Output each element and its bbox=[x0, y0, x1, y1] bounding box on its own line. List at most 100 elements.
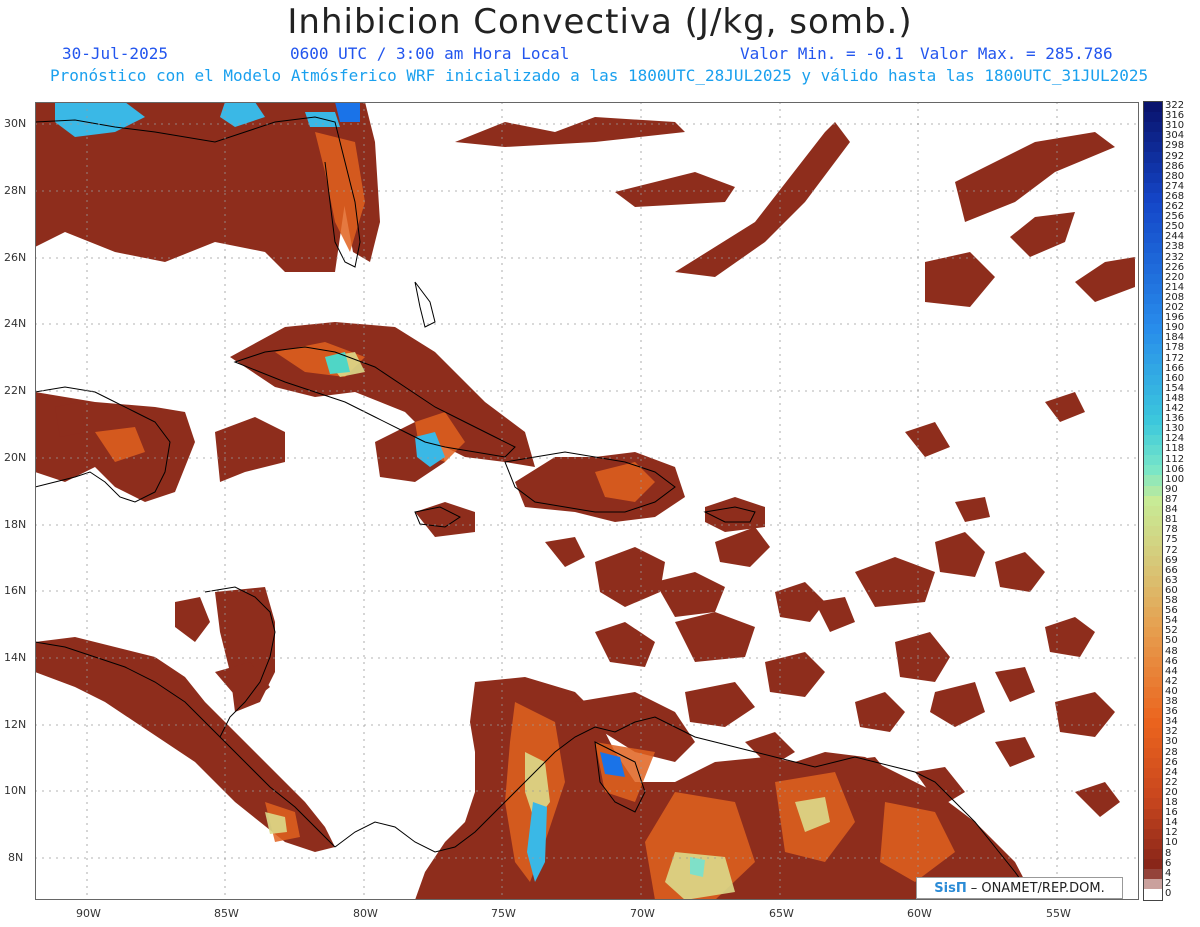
legend-color-cell bbox=[1144, 404, 1162, 415]
legend-color-cell bbox=[1144, 283, 1162, 294]
legend-color-cell bbox=[1144, 435, 1162, 446]
legend-color-cell bbox=[1144, 172, 1162, 183]
legend-color-cell bbox=[1144, 192, 1162, 203]
legend-color-cell bbox=[1144, 798, 1162, 809]
cin-map bbox=[35, 102, 1139, 900]
color-legend-bar bbox=[1143, 101, 1163, 901]
legend-color-cell bbox=[1144, 394, 1162, 405]
legend-value-label: 30 bbox=[1165, 736, 1178, 748]
lon-label-65w: 65W bbox=[769, 907, 794, 920]
legend-color-cell bbox=[1144, 768, 1162, 779]
legend-color-cell bbox=[1144, 677, 1162, 688]
lon-label-55w: 55W bbox=[1046, 907, 1071, 920]
lon-label-70w: 70W bbox=[630, 907, 655, 920]
lon-label-90w: 90W bbox=[76, 907, 101, 920]
legend-color-cell bbox=[1144, 717, 1162, 728]
lon-label-85w: 85W bbox=[214, 907, 239, 920]
lat-label-28n: 28N bbox=[4, 184, 27, 197]
legend-color-cell bbox=[1144, 132, 1162, 143]
legend-color-cell bbox=[1144, 657, 1162, 668]
legend-value-label: 118 bbox=[1165, 443, 1185, 455]
legend-color-cell bbox=[1144, 818, 1162, 829]
legend-color-cell bbox=[1144, 354, 1162, 365]
lat-label-18n: 18N bbox=[4, 518, 27, 531]
legend-color-cell bbox=[1144, 879, 1162, 890]
max-value-label: Valor Max. = 285.786 bbox=[920, 44, 1113, 63]
lat-label-12n: 12N bbox=[4, 718, 27, 731]
legend-color-cell bbox=[1144, 525, 1162, 537]
legend-color-cell bbox=[1144, 445, 1162, 456]
legend-color-cell bbox=[1144, 838, 1162, 849]
legend-color-cell bbox=[1144, 324, 1162, 335]
legend-color-cell bbox=[1144, 697, 1162, 708]
legend-color-cell bbox=[1144, 727, 1162, 738]
legend-color-cell bbox=[1144, 263, 1162, 274]
legend-color-cell bbox=[1144, 546, 1162, 557]
legend-value-label: 0 bbox=[1165, 887, 1172, 899]
legend-color-cell bbox=[1144, 808, 1162, 819]
lat-label-16n: 16N bbox=[4, 584, 27, 597]
legend-color-cell bbox=[1144, 293, 1162, 304]
legend-color-cell bbox=[1144, 364, 1162, 375]
legend-color-cell bbox=[1144, 243, 1162, 254]
legend-color-cell bbox=[1144, 596, 1162, 607]
lon-label-80w: 80W bbox=[353, 907, 378, 920]
legend-color-cell bbox=[1144, 748, 1162, 759]
legend-color-cell bbox=[1144, 606, 1162, 617]
legend-color-cell bbox=[1144, 647, 1162, 658]
legend-color-cell bbox=[1144, 475, 1162, 486]
legend-color-cell bbox=[1144, 455, 1162, 466]
legend-color-cell bbox=[1144, 869, 1162, 880]
legend-color-cell bbox=[1144, 485, 1162, 496]
legend-color-cell bbox=[1144, 515, 1162, 526]
legend-color-cell bbox=[1144, 828, 1162, 839]
map-title: Inhibicion Convectiva (J/kg, somb.) bbox=[287, 2, 913, 42]
legend-color-cell bbox=[1144, 667, 1162, 678]
legend-color-cell bbox=[1144, 223, 1162, 234]
lat-label-24n: 24N bbox=[4, 317, 27, 330]
legend-color-cell bbox=[1144, 122, 1162, 133]
legend-color-cell bbox=[1144, 495, 1162, 506]
legend-color-cell bbox=[1144, 505, 1162, 516]
legend-color-cell bbox=[1144, 616, 1162, 627]
legend-color-cell bbox=[1144, 687, 1162, 698]
min-value-label: Valor Min. = -0.1 bbox=[740, 44, 904, 63]
lat-label-26n: 26N bbox=[4, 251, 27, 264]
legend-color-cell bbox=[1144, 202, 1162, 214]
legend-color-cell bbox=[1144, 778, 1162, 789]
legend-color-cell bbox=[1144, 152, 1162, 163]
legend-color-cell bbox=[1144, 425, 1162, 436]
legend-color-cell bbox=[1144, 576, 1162, 587]
legend-color-cell bbox=[1144, 758, 1162, 769]
legend-color-cell bbox=[1144, 303, 1162, 314]
lat-label-30n: 30N bbox=[4, 117, 27, 130]
legend-color-cell bbox=[1144, 253, 1162, 264]
lat-label-20n: 20N bbox=[4, 451, 27, 464]
legend-value-label: 238 bbox=[1165, 241, 1185, 253]
legend-value-label: 298 bbox=[1165, 140, 1185, 152]
legend-color-cell bbox=[1144, 344, 1162, 355]
lat-label-8n: 8N bbox=[8, 851, 24, 864]
lon-label-60w: 60W bbox=[907, 907, 932, 920]
legend-value-label: 10 bbox=[1165, 837, 1178, 849]
credit-text: – ONAMET/REP.DOM. bbox=[970, 880, 1105, 896]
lat-label-14n: 14N bbox=[4, 651, 27, 664]
lat-label-22n: 22N bbox=[4, 384, 27, 397]
legend-color-cell bbox=[1144, 233, 1162, 244]
legend-color-cell bbox=[1144, 848, 1162, 860]
legend-color-cell bbox=[1144, 626, 1162, 637]
legend-color-cell bbox=[1144, 414, 1162, 425]
legend-color-cell bbox=[1144, 586, 1162, 597]
legend-color-cell bbox=[1144, 273, 1162, 284]
legend-color-cell bbox=[1144, 374, 1162, 385]
legend-value-label: 75 bbox=[1165, 534, 1178, 546]
legend-color-cell bbox=[1144, 162, 1162, 173]
legend-color-cell bbox=[1144, 465, 1162, 476]
legend-color-cell bbox=[1144, 737, 1162, 748]
forecast-info: Pronóstico con el Modelo Atmósferico WRF… bbox=[50, 66, 1149, 85]
legend-color-cell bbox=[1144, 889, 1162, 900]
sispi-logo: SisΠ bbox=[934, 880, 967, 896]
legend-color-cell bbox=[1144, 556, 1162, 567]
legend-value-label: 50 bbox=[1165, 635, 1178, 647]
legend-color-cell bbox=[1144, 334, 1162, 345]
